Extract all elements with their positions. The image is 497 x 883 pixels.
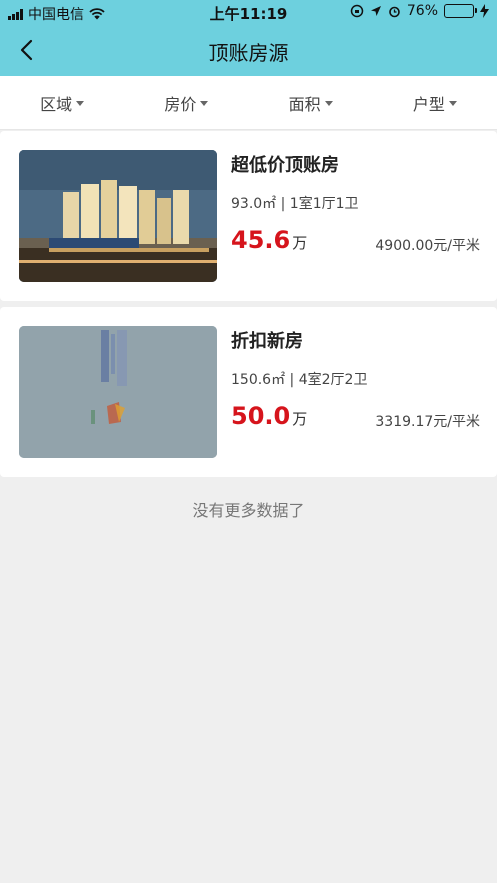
- filter-district[interactable]: 区域: [0, 76, 124, 129]
- spec-divider: |: [276, 196, 290, 212]
- price-value: 45.6: [231, 226, 291, 254]
- filter-area[interactable]: 面积: [249, 76, 373, 129]
- filter-label: 户型: [412, 94, 445, 114]
- listing-layout: 1室1厅1卫: [289, 196, 359, 212]
- filter-layout[interactable]: 户型: [373, 76, 497, 129]
- caret-down-icon: [200, 101, 209, 106]
- caret-down-icon: [324, 101, 333, 106]
- price-value: 50.0: [231, 402, 291, 430]
- navigation-bar: 顶账房源: [0, 26, 497, 76]
- status-bar: 中国电信 上午11:19 76%: [0, 0, 497, 26]
- page-title: 顶账房源: [208, 41, 289, 65]
- listing-price: 50.0 万: [231, 402, 307, 430]
- listing-card[interactable]: 超低价顶账房 93.0㎡ | 1室1厅1卫 45.6 万 4900.00元/平米: [0, 131, 497, 301]
- header-bar: 中国电信 上午11:19 76% 顶账房源: [0, 0, 497, 76]
- caret-down-icon: [76, 101, 85, 106]
- brochure-photo-illustration: [19, 326, 217, 458]
- filter-label: 房价: [164, 94, 197, 114]
- listing-area: 150.6㎡: [231, 372, 286, 388]
- listing-photo: [19, 150, 217, 282]
- charging-icon: [480, 4, 489, 18]
- no-more-data-label: 没有更多数据了: [192, 501, 305, 520]
- listing-layout: 4室2厅2卫: [298, 372, 368, 388]
- caret-down-icon: [448, 101, 457, 106]
- filter-label: 面积: [288, 94, 321, 114]
- status-right: 76%: [350, 3, 489, 19]
- listing-photo: [19, 326, 217, 458]
- filter-price[interactable]: 房价: [124, 76, 248, 129]
- listing-spec: 93.0㎡ | 1室1厅1卫: [231, 193, 359, 213]
- rotation-lock-icon: [350, 4, 364, 18]
- building-photo-illustration: [19, 150, 217, 282]
- spec-divider: |: [285, 372, 299, 388]
- listing-title: 超低价顶账房: [231, 155, 339, 176]
- alarm-icon: [389, 6, 400, 17]
- listing-price: 45.6 万: [231, 226, 307, 254]
- unit-price: 4900.00元/平米: [375, 238, 480, 254]
- battery-percent: 76%: [406, 3, 438, 19]
- listing-area: 93.0㎡: [231, 196, 277, 212]
- unit-price: 3319.17元/平米: [375, 414, 480, 430]
- location-arrow-icon: [370, 6, 381, 16]
- price-unit: 万: [292, 410, 308, 428]
- battery-icon: [444, 4, 477, 18]
- listing-card[interactable]: 折扣新房 150.6㎡ | 4室2厅2卫 50.0 万 3319.17元/平米: [0, 307, 497, 477]
- filter-label: 区域: [40, 94, 73, 114]
- price-unit: 万: [292, 234, 308, 252]
- filter-bar: 区域 房价 面积 户型: [0, 76, 497, 130]
- listing-title: 折扣新房: [231, 331, 303, 352]
- listing-spec: 150.6㎡ | 4室2厅2卫: [231, 369, 367, 389]
